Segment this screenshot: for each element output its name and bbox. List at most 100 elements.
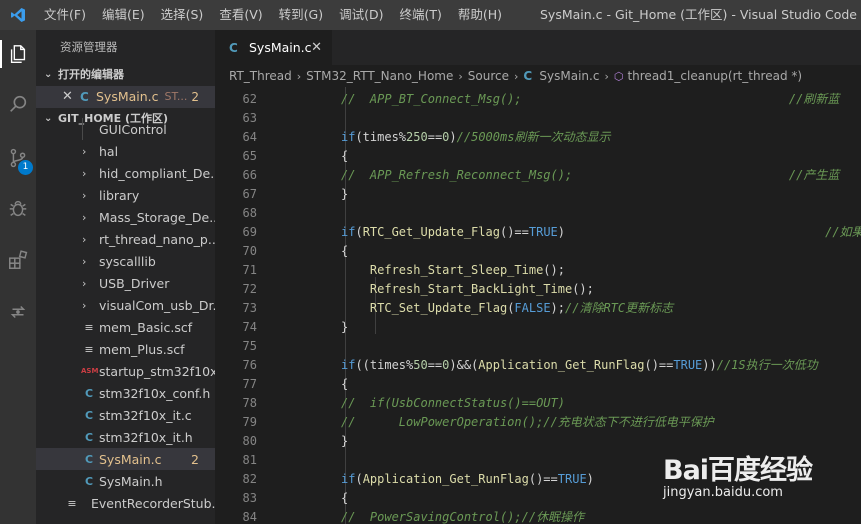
code-line[interactable]: 70 { (215, 242, 861, 261)
tree-folder-visualcom[interactable]: › visualCom_usb_Dr... (36, 294, 215, 316)
menu-edit[interactable]: 编辑(E) (94, 0, 153, 30)
breadcrumb-item[interactable]: RT_Thread (229, 69, 292, 83)
tree-file-startup[interactable]: ASM startup_stm32f10x... (36, 360, 215, 382)
editor-tab-bar: C SysMain.c ✕ (215, 30, 861, 65)
breadcrumb-item[interactable]: Source (468, 69, 509, 83)
tree-file-it-h[interactable]: C stm32f10x_it.h (36, 426, 215, 448)
code-line[interactable]: 62 // APP_BT_Connect_Msg(); //刷新蓝 (215, 90, 861, 109)
line-number: 68 (242, 206, 257, 220)
tab-label: SysMain.c (249, 40, 312, 55)
source-control-icon[interactable]: 1 (0, 140, 36, 176)
code-line[interactable]: 77 { (215, 375, 861, 394)
menu-selection[interactable]: 选择(S) (153, 0, 212, 30)
tree-folder-hid-compliant[interactable]: › hid_compliant_De... (36, 162, 215, 184)
code-token: Refresh_Start_Sleep_Time (369, 263, 544, 277)
breadcrumb-item[interactable]: SysMain.c (539, 69, 599, 83)
tree-file-it-c[interactable]: C stm32f10x_it.c (36, 404, 215, 426)
code-line[interactable]: 71 Refresh_Start_Sleep_Time(); (215, 261, 861, 280)
code-line[interactable]: 84 // PowerSavingControl();//休眠操作 (215, 508, 861, 524)
line-number: 73 (242, 301, 257, 315)
menu-file[interactable]: 文件(F) (36, 0, 94, 30)
extensions-icon[interactable] (0, 242, 36, 278)
problem-count-badge: 2 (191, 451, 199, 467)
tree-folder-usb-driver[interactable]: › USB_Driver (36, 272, 215, 294)
code-line[interactable]: 65 { (215, 147, 861, 166)
code-line[interactable]: 76 if((times%50==0)&&(Application_Get_Run… (215, 356, 861, 375)
breadcrumb-item[interactable]: thread1_cleanup(rt_thread *) (627, 69, 802, 83)
code-text: // APP_Refresh_Reconnect_Msg(); //产生蓝 (341, 166, 839, 185)
chevron-right-icon: › (82, 210, 87, 224)
line-number: 78 (242, 396, 257, 410)
line-number: 75 (242, 339, 257, 353)
explorer-icon[interactable] (0, 36, 36, 72)
code-token: { (341, 149, 349, 163)
code-token: ) (449, 130, 457, 144)
tree-file-mem-basic[interactable]: ≡ mem_Basic.scf (36, 316, 215, 338)
code-token: if (341, 358, 356, 372)
menu-view[interactable]: 查看(V) (211, 0, 270, 30)
code-token: //如果蓝 (825, 225, 861, 239)
chevron-right-icon: › (82, 276, 87, 290)
menu-go[interactable]: 转到(G) (271, 0, 331, 30)
close-icon[interactable]: ✕ (62, 86, 80, 108)
menu-debug[interactable]: 调试(D) (331, 0, 391, 30)
open-editor-item[interactable]: ✕ C SysMain.c ST... 2 (36, 86, 215, 108)
code-line[interactable]: 64 if(times%250==0)//5000ms刷新一次动态显示 (215, 128, 861, 147)
chevron-down-icon: ⌄ (44, 69, 53, 80)
code-line[interactable]: 79 // LowPowerOperation();//充电状态下不进行低电平保护 (215, 413, 861, 432)
code-text: Refresh_Start_BackLight_Time(); (341, 280, 594, 299)
code-line[interactable]: 69 if(RTC_Get_Update_Flag()==TRUE) //如果蓝 (215, 223, 861, 242)
menu-terminal[interactable]: 终端(T) (391, 0, 449, 30)
code-token: ()== (644, 358, 674, 372)
code-line[interactable]: 75 (215, 337, 861, 356)
chevron-right-icon: › (296, 69, 302, 83)
file-lines-icon: ≡ (67, 496, 77, 510)
tree-file-eventrecorder[interactable]: ≡ EventRecorderStub.... (36, 492, 215, 514)
baidu-jingyan-watermark: Bai百度经验 jingyan.baidu.com (663, 448, 813, 500)
tree-folder-mass-storage[interactable]: › Mass_Storage_De... (36, 206, 215, 228)
debug-icon[interactable] (0, 190, 36, 226)
tree-file-conf-h[interactable]: C stm32f10x_conf.h (36, 382, 215, 404)
close-icon[interactable]: ✕ (311, 40, 322, 55)
tree-item-label: visualCom_usb_Dr... (99, 297, 215, 313)
code-token: == (427, 130, 443, 144)
code-token: (); (543, 263, 565, 277)
tree-folder-library[interactable]: › library (36, 184, 215, 206)
tree-item-label: startup_stm32f10x... (99, 363, 215, 379)
code-line[interactable]: 78 // if(UsbConnectStatus()==OUT) (215, 394, 861, 413)
tree-item-label: stm32f10x_conf.h (99, 385, 211, 401)
breadcrumb-item[interactable]: STM32_RTT_Nano_Home (306, 69, 453, 83)
code-line[interactable]: 68 (215, 204, 861, 223)
menu-help[interactable]: 帮助(H) (450, 0, 510, 30)
c-file-icon: C (523, 69, 533, 83)
code-text: if(times%250==0)//5000ms刷新一次动态显示 (341, 128, 610, 147)
tree-file-sysmain-h[interactable]: C SysMain.h (36, 470, 215, 492)
remote-icon[interactable] (0, 294, 36, 330)
menu-bar: 文件(F) 编辑(E) 选择(S) 查看(V) 转到(G) 调试(D) 终端(T… (36, 0, 510, 30)
tree-file-sysmain-c[interactable]: C SysMain.c 2 (36, 448, 215, 470)
code-line[interactable]: 67} (215, 185, 861, 204)
tree-folder-guicontrol[interactable]: GUIControl (36, 118, 215, 140)
code-line[interactable]: 73 RTC_Set_Update_Flag(FALSE);//清除RTC更新标… (215, 299, 861, 318)
line-number: 84 (242, 510, 257, 524)
code-text: // LowPowerOperation();//充电状态下不进行低电平保护 (341, 413, 714, 432)
code-token: (); (572, 282, 594, 296)
code-line[interactable]: 63 (215, 109, 861, 128)
c-file-icon: C (84, 430, 94, 444)
watermark-logo: Bai百度经验 (663, 455, 813, 486)
tree-folder-hal[interactable]: › hal (36, 140, 215, 162)
tree-folder-rt-thread-nano[interactable]: › rt_thread_nano_p... (36, 228, 215, 250)
code-token: == (427, 358, 443, 372)
code-line[interactable]: 72 Refresh_Start_BackLight_Time(); (215, 280, 861, 299)
open-editors-header[interactable]: ⌄ 打开的编辑器 (36, 64, 215, 86)
tree-file-mem-plus[interactable]: ≡ mem_Plus.scf (36, 338, 215, 360)
open-editor-name: SysMain.c (96, 89, 159, 104)
code-line[interactable]: 74} (215, 318, 861, 337)
code-line[interactable]: 66 // APP_Refresh_Reconnect_Msg(); //产生蓝 (215, 166, 861, 185)
search-icon[interactable] (0, 86, 36, 122)
tab-sysmain-c[interactable]: C SysMain.c ✕ (215, 30, 332, 65)
tree-folder-syscalllib[interactable]: › syscalllib (36, 250, 215, 272)
code-text: } (341, 185, 348, 204)
tree-item-label: SysMain.h (99, 473, 163, 489)
